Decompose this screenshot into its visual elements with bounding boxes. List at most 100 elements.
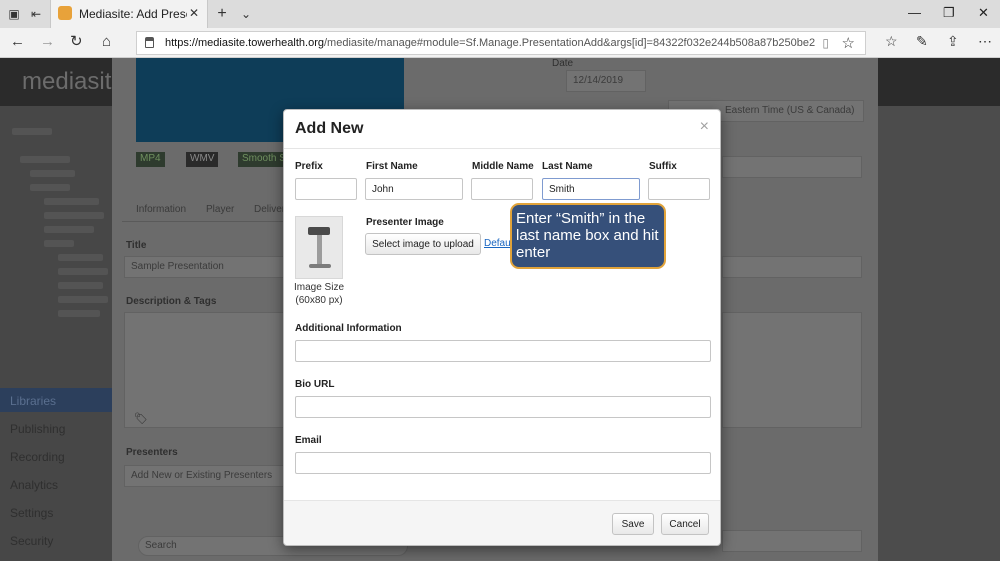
- additional-info-field[interactable]: [295, 340, 711, 362]
- tree-line: [58, 268, 108, 275]
- tree-line: [58, 254, 103, 261]
- tab-actions-icon[interactable]: ▣: [6, 6, 22, 22]
- app-logo: mediasite: [22, 68, 125, 95]
- tab-close-icon[interactable]: ✕: [189, 6, 199, 20]
- tree-line: [44, 198, 99, 205]
- bg-field[interactable]: [722, 530, 862, 552]
- presenter-image-label: Presenter Image: [366, 217, 444, 228]
- close-icon[interactable]: ×: [700, 118, 709, 136]
- refresh-icon[interactable]: ↻: [70, 34, 83, 50]
- sidebar-item-security[interactable]: Security: [10, 534, 53, 548]
- date-value: 12/14/2019: [573, 75, 624, 86]
- add-new-modal: Add New × Prefix First Name Middle Name …: [283, 109, 721, 546]
- additional-info-label: Additional Information: [295, 323, 402, 334]
- mediasite-favicon-icon: [58, 6, 72, 20]
- restore-icon[interactable]: ❐: [943, 5, 955, 21]
- description-field[interactable]: [124, 312, 284, 428]
- prefix-field[interactable]: [295, 178, 357, 200]
- sidebar-item-settings[interactable]: Settings: [10, 506, 53, 520]
- sidebar-item-analytics[interactable]: Analytics: [10, 478, 58, 492]
- title-field[interactable]: Sample Presentation: [124, 256, 284, 278]
- image-size-line1: Image Size: [293, 282, 345, 293]
- image-size-caption: Image Size (60x80 px): [287, 281, 351, 307]
- app-sidebar: Libraries Publishing Recording Analytics…: [0, 106, 112, 561]
- tree-line: [20, 156, 70, 163]
- save-button[interactable]: Save: [612, 513, 654, 535]
- email-field[interactable]: [295, 452, 711, 474]
- image-size-line2: (60x80 px): [295, 295, 343, 306]
- sidebar-item-recording[interactable]: Recording: [10, 450, 65, 464]
- url-text: https://mediasite.towerhealth.org/medias…: [165, 37, 815, 49]
- tree-line: [58, 282, 103, 289]
- favorite-star-icon[interactable]: ☆: [842, 34, 855, 52]
- modal-title: Add New: [295, 120, 364, 137]
- sidebar-item-libraries[interactable]: Libraries: [10, 394, 56, 408]
- share-icon[interactable]: ⇪: [947, 33, 959, 50]
- tree-line: [44, 226, 94, 233]
- browser-tab[interactable]: Mediasite: Add Presentat ✕: [50, 0, 208, 28]
- tab-player[interactable]: Player: [206, 204, 234, 215]
- search-placeholder: Search: [145, 540, 177, 551]
- last-name-field[interactable]: [542, 178, 640, 200]
- set-tabs-aside-icon[interactable]: ⇤: [28, 6, 44, 22]
- bg-field[interactable]: [722, 312, 862, 428]
- address-bar-row: ← → ↻ ⌂ https://mediasite.towerhealth.or…: [0, 28, 1000, 58]
- add-presenters-text: Add New or Existing Presenters: [131, 470, 273, 481]
- first-name-label: First Name: [366, 161, 418, 172]
- tree-line: [12, 128, 52, 135]
- back-icon[interactable]: ←: [10, 34, 25, 50]
- lectern-base: [309, 264, 331, 268]
- tree-line: [44, 212, 104, 219]
- pen-icon[interactable]: ✎: [916, 33, 928, 50]
- cancel-button[interactable]: Cancel: [661, 513, 709, 535]
- title-value: Sample Presentation: [131, 261, 224, 272]
- select-image-button[interactable]: Select image to upload: [365, 233, 481, 255]
- tree-line: [58, 310, 100, 317]
- add-presenters-dropdown[interactable]: Add New or Existing Presenters: [124, 465, 284, 487]
- sidebar-item-publishing[interactable]: Publishing: [10, 422, 65, 436]
- timezone-value: Eastern Time (US & Canada): [725, 105, 855, 116]
- tree-line: [30, 184, 70, 191]
- date-field[interactable]: 12/14/2019: [566, 70, 646, 92]
- presenters-label: Presenters: [126, 447, 178, 458]
- first-name-field[interactable]: [365, 178, 463, 200]
- background-right-strip: [878, 106, 1000, 561]
- tree-line: [58, 296, 108, 303]
- browser-tab-bar: ▣ ⇤ Mediasite: Add Presentat ✕ + ⌄ — ❐ ✕: [0, 0, 1000, 28]
- more-icon[interactable]: ⋯: [978, 33, 992, 50]
- tree-line: [44, 240, 74, 247]
- tag-icon[interactable]: 🏷: [134, 412, 148, 425]
- favorites-hub-icon[interactable]: ☆: [885, 33, 898, 50]
- suffix-label: Suffix: [649, 161, 677, 172]
- description-label: Description & Tags: [126, 296, 217, 307]
- tab-information[interactable]: Information: [136, 204, 186, 215]
- last-name-label: Last Name: [542, 161, 593, 172]
- date-label: Date: [552, 58, 574, 69]
- format-wmv[interactable]: WMV: [186, 152, 219, 167]
- middle-name-label: Middle Name: [472, 161, 534, 172]
- minimize-icon[interactable]: —: [908, 5, 921, 20]
- bio-url-field[interactable]: [295, 396, 711, 418]
- new-tab-icon[interactable]: +: [214, 6, 230, 22]
- lectern-neck: [317, 235, 322, 265]
- window-close-icon[interactable]: ✕: [978, 5, 989, 21]
- tab-list-chevron-icon[interactable]: ⌄: [238, 6, 254, 22]
- url-field[interactable]: https://mediasite.towerhealth.org/medias…: [136, 31, 866, 55]
- tree-line: [30, 170, 75, 177]
- modal-divider: [284, 148, 720, 149]
- forward-icon[interactable]: →: [40, 34, 55, 50]
- home-icon[interactable]: ⌂: [102, 34, 111, 50]
- bg-field[interactable]: [722, 156, 862, 178]
- bio-url-label: Bio URL: [295, 379, 335, 390]
- instruction-callout: Enter “Smith” in the last name box and h…: [510, 203, 666, 269]
- prefix-label: Prefix: [295, 161, 323, 172]
- reading-view-icon[interactable]: ▯: [822, 36, 829, 50]
- tab-title: Mediasite: Add Presentat: [79, 7, 187, 21]
- presenter-image-placeholder: [295, 216, 343, 279]
- bg-field[interactable]: [722, 256, 862, 278]
- format-mp4[interactable]: MP4: [136, 152, 165, 167]
- email-label: Email: [295, 435, 322, 446]
- middle-name-field[interactable]: [471, 178, 533, 200]
- lectern-icon: [308, 227, 330, 235]
- suffix-field[interactable]: [648, 178, 710, 200]
